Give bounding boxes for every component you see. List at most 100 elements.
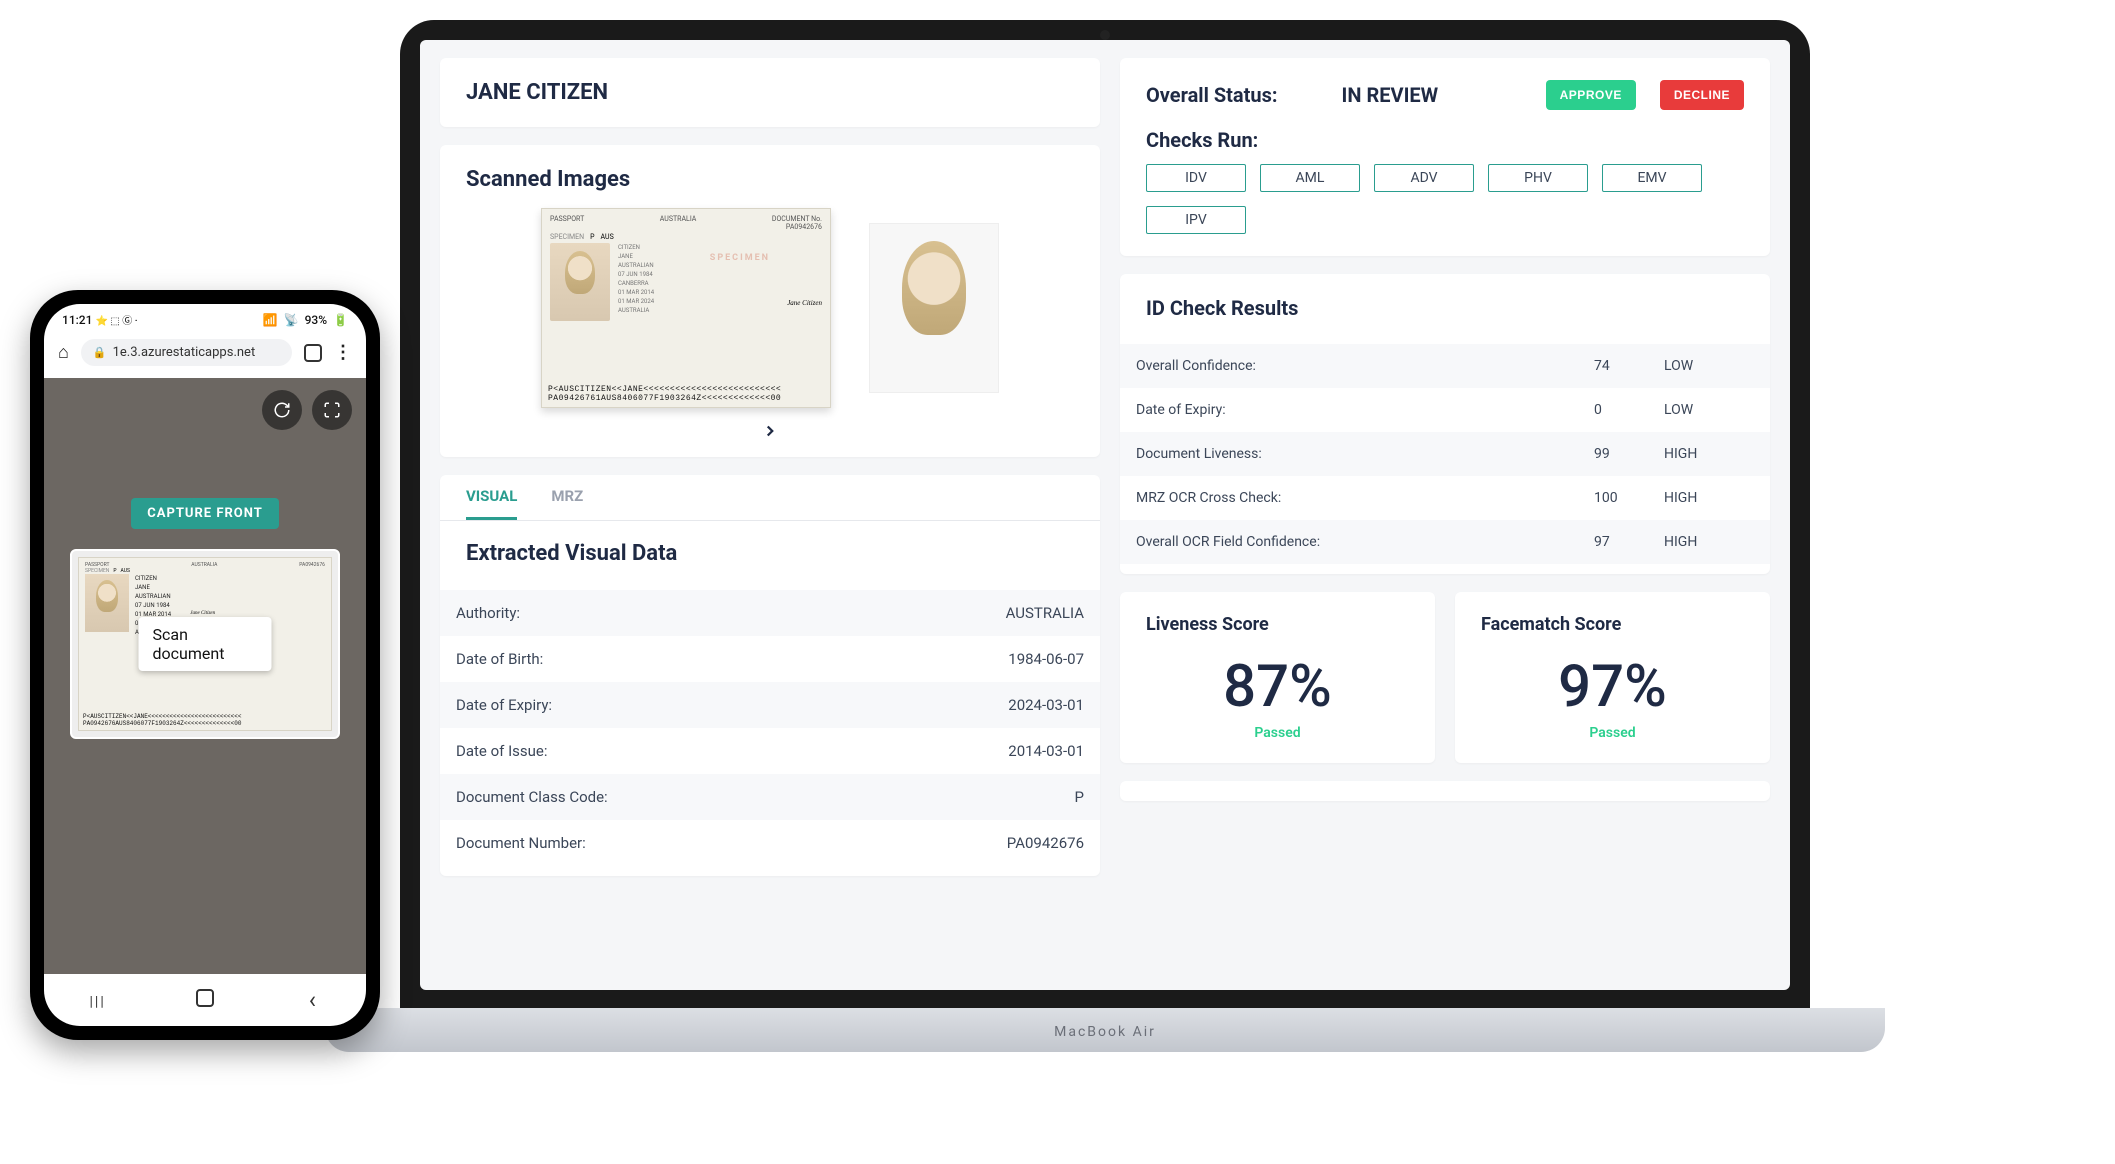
field-label: Date of Expiry: bbox=[456, 696, 552, 714]
extracted-data-card: VISUAL MRZ Extracted Visual Data Authori… bbox=[440, 475, 1100, 876]
nav-recent-button[interactable] bbox=[78, 990, 118, 1011]
table-row: Date of Issue:2014-03-01 bbox=[440, 728, 1100, 774]
approve-button[interactable]: APPROVE bbox=[1546, 80, 1636, 110]
metric-value: 74 bbox=[1594, 358, 1664, 374]
lock-icon: 🔒 bbox=[93, 346, 107, 359]
tabs-icon[interactable] bbox=[304, 344, 322, 362]
nav-home-button[interactable] bbox=[185, 989, 225, 1012]
battery-level: 93% bbox=[305, 313, 327, 327]
field-label: Document Number: bbox=[456, 834, 586, 852]
passport-label: PASSPORT bbox=[550, 215, 584, 231]
passport-country-top: AUSTRALIA bbox=[660, 215, 697, 231]
phone-urlbar: ⌂ 🔒 1e.3.azurestaticapps.net ⋮ bbox=[44, 331, 366, 378]
passport-specimen-small: SPECIMEN bbox=[550, 233, 584, 241]
table-row: Overall Confidence:74LOW bbox=[1120, 344, 1770, 388]
facematch-status: Passed bbox=[1481, 725, 1744, 741]
phone-passport-surname: CITIZEN bbox=[135, 574, 171, 583]
table-row: Date of Expiry: 2024-03-01 bbox=[440, 682, 1100, 728]
camera-viewport: CAPTURE FRONT PASSPORT AUSTRALIA PA09426… bbox=[44, 378, 366, 974]
metric-level: LOW bbox=[1664, 402, 1754, 418]
check-chip-aml[interactable]: AML bbox=[1260, 164, 1360, 192]
check-chip-idv[interactable]: IDV bbox=[1146, 164, 1246, 192]
field-label: Date of Birth: bbox=[456, 650, 543, 668]
nav-back-button[interactable] bbox=[292, 986, 332, 1014]
table-row: Document Liveness:99HIGH bbox=[1120, 432, 1770, 476]
phone-passport-dob: 07 JUN 1984 bbox=[135, 601, 171, 610]
phone-device: 11:21 ⭐ ⬚ Ⓖ · 📶 📡 93% 🔋 ⌂ 🔒 1e.3.azurest… bbox=[30, 290, 380, 1040]
scanned-passport-image[interactable]: PASSPORT AUSTRALIA DOCUMENT No. PA094267… bbox=[541, 208, 831, 408]
tab-visual[interactable]: VISUAL bbox=[466, 475, 517, 520]
table-row: Date of Expiry:0LOW bbox=[1120, 388, 1770, 432]
capture-frame[interactable]: PASSPORT AUSTRALIA PA0942676 SPECIMEN P … bbox=[70, 549, 340, 739]
phone-passport-country: AUSTRALIA bbox=[191, 562, 217, 568]
metric-level: HIGH bbox=[1664, 534, 1754, 550]
liveness-status: Passed bbox=[1146, 725, 1409, 741]
camera-controls bbox=[262, 390, 352, 430]
overall-status-value: IN REVIEW bbox=[1342, 83, 1522, 107]
scanned-selfie-image[interactable] bbox=[869, 223, 999, 393]
table-row: Overall OCR Field Confidence:97HIGH bbox=[1120, 520, 1770, 564]
statusbar-left-icons: ⭐ ⬚ Ⓖ · bbox=[95, 316, 137, 327]
phone-statusbar: 11:21 ⭐ ⬚ Ⓖ · 📶 📡 93% 🔋 bbox=[44, 304, 366, 331]
liveness-title: Liveness Score bbox=[1146, 614, 1409, 635]
phone-mrz-line2: PA0942676AUS8406077F1903264Z<<<<<<<<<<<<… bbox=[83, 720, 327, 727]
next-image-button[interactable] bbox=[466, 414, 1074, 447]
passport-signature: Jane Citizen bbox=[787, 299, 822, 307]
table-row: Authority:AUSTRALIA bbox=[440, 590, 1100, 636]
metric-label: Document Liveness: bbox=[1136, 446, 1594, 462]
passport-expiry: 01 MAR 2024 bbox=[618, 297, 762, 306]
data-tabs: VISUAL MRZ bbox=[440, 475, 1100, 521]
passport-authority: AUSTRALIA bbox=[618, 306, 762, 315]
expand-button[interactable] bbox=[312, 390, 352, 430]
passport-issue: 01 MAR 2014 bbox=[618, 288, 762, 297]
home-icon[interactable]: ⌂ bbox=[58, 342, 69, 363]
signal-icon: 📡 bbox=[284, 313, 299, 327]
phone-passport-photo bbox=[85, 574, 129, 632]
extracted-title: Extracted Visual Data bbox=[466, 541, 1074, 566]
phone-passport-docno: PA0942676 bbox=[299, 562, 325, 568]
liveness-value: 87% bbox=[1146, 653, 1409, 721]
field-value: 2024-03-01 bbox=[1008, 696, 1084, 714]
table-row: Document Class Code:P bbox=[440, 774, 1100, 820]
scanned-images-title: Scanned Images bbox=[466, 167, 1074, 192]
scanned-images-card: Scanned Images PASSPORT AUSTRALIA DOCUME… bbox=[440, 145, 1100, 457]
facematch-score-card: Facematch Score 97% Passed bbox=[1455, 592, 1770, 763]
passport-docno: PA0942676 bbox=[786, 223, 822, 231]
check-chip-adv[interactable]: ADV bbox=[1374, 164, 1474, 192]
passport-photo bbox=[550, 243, 610, 321]
metric-label: Overall OCR Field Confidence: bbox=[1136, 534, 1594, 550]
tab-mrz[interactable]: MRZ bbox=[551, 475, 583, 520]
metric-level: LOW bbox=[1664, 358, 1754, 374]
passport-mrz-line1: P<AUSCITIZEN<<JANE<<<<<<<<<<<<<<<<<<<<<<… bbox=[548, 385, 824, 394]
url-text: 1e.3.azurestaticapps.net bbox=[113, 345, 256, 360]
check-chip-emv[interactable]: EMV bbox=[1602, 164, 1702, 192]
status-card: Overall Status: IN REVIEW APPROVE DECLIN… bbox=[1120, 58, 1770, 256]
check-chip-phv[interactable]: PHV bbox=[1488, 164, 1588, 192]
rotate-camera-button[interactable] bbox=[262, 390, 302, 430]
field-value: PA0942676 bbox=[1007, 834, 1084, 852]
statusbar-right: 📶 📡 93% 🔋 bbox=[260, 313, 348, 327]
field-label: Authority: bbox=[456, 604, 520, 622]
phone-passport-nat: AUSTRALIAN bbox=[135, 592, 171, 601]
url-field[interactable]: 🔒 1e.3.azurestaticapps.net bbox=[81, 339, 292, 366]
field-label: Date of Issue: bbox=[456, 742, 548, 760]
home-shape-icon bbox=[196, 989, 214, 1007]
metric-label: Overall Confidence: bbox=[1136, 358, 1594, 374]
field-value: 1984-06-07 bbox=[1008, 650, 1084, 668]
checks-run-label: Checks Run: bbox=[1146, 128, 1744, 152]
scores-row: Liveness Score 87% Passed Facematch Scor… bbox=[1120, 592, 1770, 763]
specimen-watermark: SPECIMEN bbox=[710, 253, 770, 263]
laptop-device: JANE CITIZEN Scanned Images PASSPORT AUS… bbox=[325, 20, 1885, 1110]
check-chip-ipv[interactable]: IPV bbox=[1146, 206, 1246, 234]
laptop-brand-label: MacBook Air bbox=[1054, 1024, 1156, 1040]
review-app: JANE CITIZEN Scanned Images PASSPORT AUS… bbox=[420, 40, 1790, 990]
facematch-title: Facematch Score bbox=[1481, 614, 1744, 635]
right-column: Overall Status: IN REVIEW APPROVE DECLIN… bbox=[1120, 58, 1770, 972]
decline-button[interactable]: DECLINE bbox=[1660, 80, 1744, 110]
menu-icon[interactable]: ⋮ bbox=[334, 342, 352, 363]
field-value: P bbox=[1075, 788, 1084, 806]
wifi-icon: 📶 bbox=[263, 313, 278, 327]
metric-value: 97 bbox=[1594, 534, 1664, 550]
battery-icon: 🔋 bbox=[333, 313, 348, 327]
phone-passport-given: JANE bbox=[135, 583, 171, 592]
